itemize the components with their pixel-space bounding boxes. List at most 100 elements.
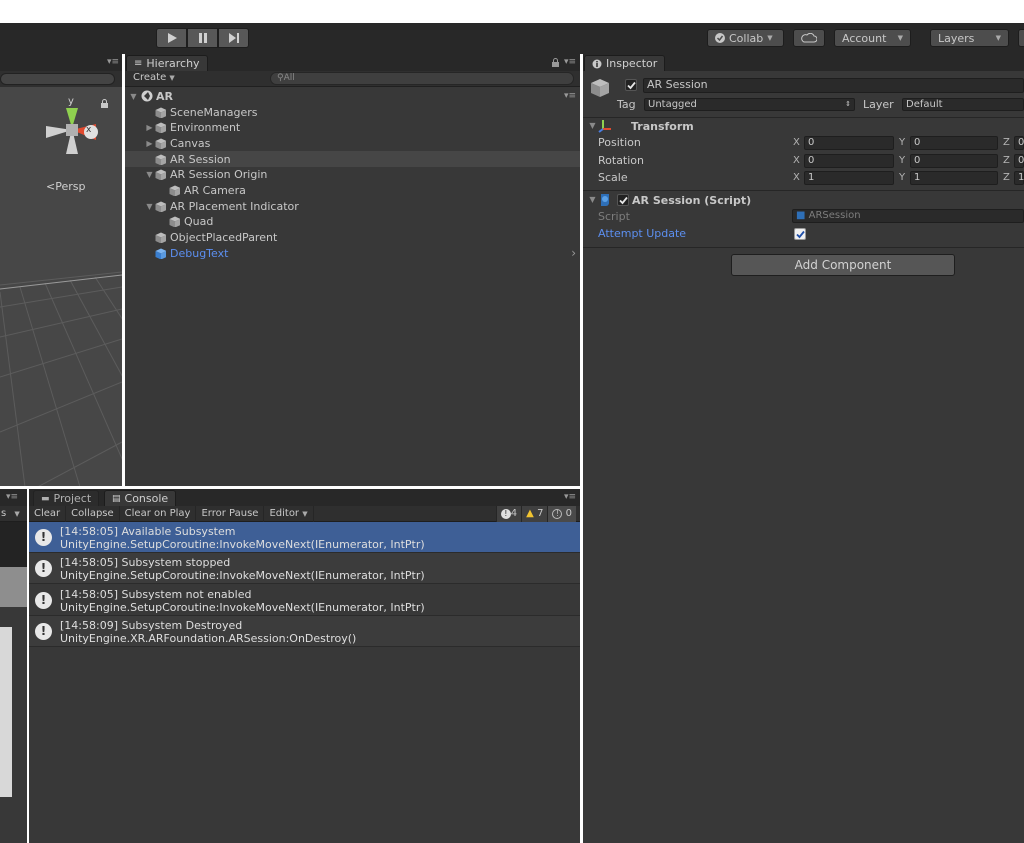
axis-x-label[interactable]: X [793,137,800,148]
lock-icon[interactable] [552,58,560,67]
field-scale-x[interactable]: 1 [804,171,894,186]
hierarchy-item[interactable]: AR Camera [125,183,580,199]
tab-console[interactable]: ▤ Console [104,490,177,506]
hierarchy-item[interactable]: DebugText [125,245,580,261]
field-position-z[interactable]: 0 [1014,136,1024,150]
editor-dropdown[interactable]: Editor ▼ [264,505,314,522]
axis-z-label[interactable]: Z [1003,172,1010,183]
axis-z-label[interactable]: Z [1003,137,1010,148]
inspector-tabbar: Inspector [583,54,1024,71]
persp-label[interactable]: <Persp [46,180,85,193]
collapse-button[interactable]: Collapse [66,505,120,522]
chevron-down-icon[interactable]: ▼ [14,510,19,518]
field-position-y[interactable]: 0 [910,136,998,150]
hierarchy-tab-icon: ≡ [134,58,143,69]
hierarchy-item[interactable]: ▶ Environment [125,120,580,136]
expand-arrow-icon[interactable]: ▼ [128,92,139,101]
hierarchy-item[interactable]: Quad [125,214,580,230]
tab-hierarchy[interactable]: ≡ Hierarchy [126,55,208,71]
clear-on-play-button[interactable]: Clear on Play [120,505,197,522]
hierarchy-item[interactable]: ObjectPlacedParent [125,230,580,246]
lock-icon[interactable] [100,99,110,109]
expand-arrow-icon[interactable]: ▼ [144,170,155,179]
axis-x-label[interactable]: X [793,172,800,183]
chevron-down-icon: ▼ [302,509,308,518]
checkmark-icon [715,33,725,43]
clear-button[interactable]: Clear [29,505,67,522]
object-name-input[interactable]: AR Session [643,78,1024,93]
expand-arrow-icon[interactable]: ▼ [587,195,598,204]
axis-z-label[interactable]: Z [1003,155,1010,166]
pause-button[interactable] [187,28,218,48]
axis-x-label[interactable]: X [793,155,800,166]
console-log-entry[interactable]: ! [14:58:09] Subsystem Destroyed UnityEngi… [29,615,580,647]
project-preview-area [0,567,27,607]
tab-inspector[interactable]: Inspector [584,55,666,71]
hierarchy-scene-root[interactable]: ▼ AR ▾≡ [125,88,580,104]
play-button[interactable] [156,28,187,48]
scene-tabbar: ▾≡ [0,54,122,71]
menu-icon[interactable]: ▾≡ [564,492,576,502]
axis-y-label[interactable]: Y [899,155,905,166]
tab-project[interactable]: ▬ Project [33,490,100,506]
field-rotation-x[interactable]: 0 [804,153,894,168]
component-enabled-checkbox[interactable] [617,194,629,206]
info-icon: ! [35,560,52,578]
expand-arrow-icon[interactable]: ▼ [587,121,598,130]
create-dropdown[interactable]: Create ▼ [133,72,175,83]
scene-view[interactable]: ▾≡ y z x <Persp [0,54,122,486]
step-icon [228,33,239,43]
transform-title[interactable]: Transform [631,120,694,133]
hierarchy-item[interactable]: ▶ Canvas [125,135,580,151]
field-position-x[interactable]: 0 [804,136,894,150]
hierarchy-item[interactable]: ▼ AR Session Origin [125,167,580,183]
orientation-gizmo[interactable]: y z x [38,94,108,174]
project-folder-area[interactable] [0,522,27,567]
field-rotation-y[interactable]: 0 [910,153,998,168]
chevron-down-icon: ▼ [169,74,175,82]
create-label: Create [133,72,167,83]
layers-dropdown[interactable]: Layers ▼ [930,29,1009,47]
cloud-button[interactable] [793,29,825,47]
warning-count-toggle[interactable]: ▲ 7 [521,506,548,522]
play-controls [156,28,249,48]
field-scale-y[interactable]: 1 [910,171,998,186]
field-rotation-z[interactable]: 0 [1014,153,1024,168]
chevron-right-icon[interactable]: › [571,246,576,260]
collab-button[interactable]: Collab ▼ [707,29,784,47]
hierarchy-item-label: ObjectPlacedParent [170,231,278,245]
account-dropdown[interactable]: Account ▼ [834,29,911,47]
menu-icon[interactable]: ▾≡ [6,492,18,502]
expand-arrow-icon[interactable]: ▶ [144,139,155,148]
console-log-entry[interactable]: ! [14:58:05] Subsystem stopped UnityEngine… [29,553,580,585]
active-checkbox[interactable] [625,79,637,91]
console-log-entry[interactable]: ! [14:58:05] Subsystem not enabled UnityEn… [29,585,580,616]
hierarchy-item[interactable]: AR Session [125,151,580,168]
console-log-entry[interactable]: ! [14:58:05] Available Subsystem UnityEngi… [29,522,580,553]
step-button[interactable] [218,28,249,48]
axis-y-label[interactable]: Y [899,137,905,148]
menu-icon[interactable]: ▾≡ [107,57,119,67]
add-component-button[interactable]: Add Component [731,254,955,276]
layer-dropdown[interactable]: Default [902,98,1024,111]
menu-icon[interactable]: ▾≡ [564,57,576,67]
play-icon [167,33,177,43]
error-pause-button[interactable]: Error Pause [196,505,265,522]
chevron-down-icon: ▼ [897,34,903,42]
tag-dropdown[interactable]: Untagged ⇕ [644,98,855,111]
hierarchy-item[interactable]: ▼ AR Placement Indicator [125,198,580,214]
error-count-toggle[interactable]: ! 0 [547,506,576,522]
unity-scene-icon [141,90,153,102]
scene-search-input[interactable] [0,73,115,85]
attempt-update-checkbox[interactable] [794,228,806,240]
script-component-title[interactable]: AR Session (Script) [632,194,751,207]
info-count-toggle[interactable]: ! 4 [495,506,522,522]
scene-menu-icon[interactable]: ▾≡ [564,91,576,101]
expand-arrow-icon[interactable]: ▼ [144,202,155,211]
field-scale-z[interactable]: 1 [1014,171,1024,186]
hierarchy-search-input[interactable]: ⚲All [270,72,574,85]
axis-y-label[interactable]: Y [899,172,905,183]
hierarchy-item[interactable]: SceneManagers [125,104,580,120]
expand-arrow-icon[interactable]: ▶ [144,123,155,132]
layout-dropdown[interactable] [1018,29,1024,47]
